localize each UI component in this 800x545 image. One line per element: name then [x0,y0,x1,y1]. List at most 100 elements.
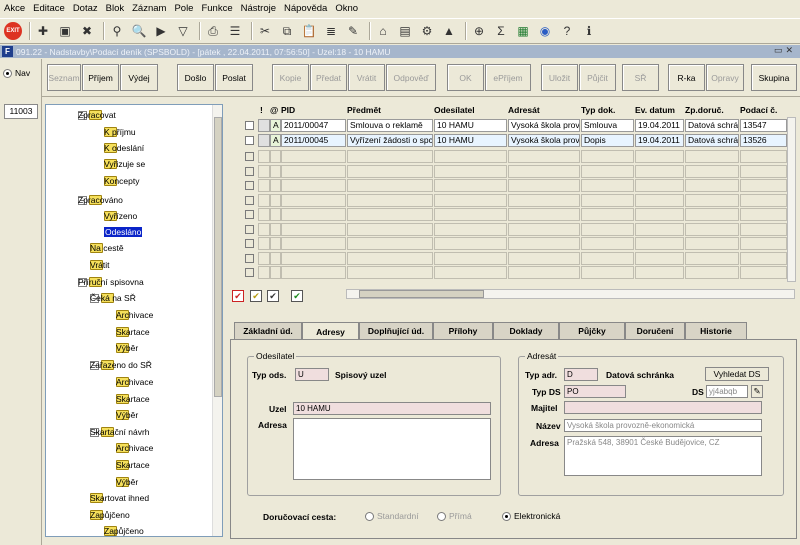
row-checkbox[interactable] [245,239,254,248]
tree-node[interactable]: Výběr [116,341,138,355]
nav-radio-icon[interactable] [3,68,12,78]
cell-adresat[interactable]: Vysoká škola prov [508,119,580,132]
nazev-field[interactable]: Vysoká škola provozně-ekonomická [564,419,762,432]
tree-node[interactable]: K příjmu [104,125,136,139]
print-preview-icon[interactable]: ☰ [226,22,244,40]
prijem-button[interactable]: Příjem [82,64,119,91]
cell-zp[interactable]: Datová schrán [685,119,739,132]
new-record-icon[interactable]: ✚ [34,22,52,40]
empty-cell[interactable] [434,237,507,250]
tree-scrollbar[interactable] [212,105,222,536]
tab-pujcky[interactable]: Půjčky [559,322,625,339]
empty-cell[interactable] [740,179,787,192]
tree-node[interactable]: − Příruční spisovna [78,275,144,289]
menu-pole[interactable]: Pole [174,3,193,14]
tree-node[interactable]: Archivace [116,375,153,389]
row-checkbox[interactable] [245,181,254,190]
empty-cell[interactable] [635,164,684,178]
grid-vertical-scrollbar[interactable] [787,117,796,282]
empty-cell[interactable] [508,266,580,279]
empty-cell[interactable] [635,150,684,163]
menu-nastroje[interactable]: Nástroje [241,3,276,14]
node-id-field[interactable]: 11003 [4,104,38,119]
empty-cell[interactable] [347,208,433,221]
ulozit-button[interactable]: Uložit [541,64,578,91]
empty-cell[interactable] [685,150,739,163]
empty-cell[interactable] [270,266,281,279]
menu-editace[interactable]: Editace [33,3,65,14]
globe-icon[interactable]: ◉ [536,22,554,40]
row-checkbox[interactable] [245,152,254,161]
menu-zaznam[interactable]: Záznam [132,3,166,14]
check-red-icon[interactable]: ✔ [232,290,244,302]
radio-icon[interactable] [437,511,446,521]
cell-adresat[interactable]: Vysoká škola prov [508,134,580,147]
check-all-icon[interactable]: ✔ [267,290,279,302]
cell-datum[interactable]: 19.04.2011 [635,119,684,132]
tree-node[interactable]: Koncepty [104,174,139,188]
tree-node[interactable]: Skartovat ihned [90,491,149,505]
header-clip[interactable]: @ [270,103,278,117]
empty-cell[interactable] [270,193,281,207]
nav-radio[interactable]: Nav [3,68,30,78]
building-icon[interactable]: ⌂ [374,22,392,40]
eprijem-button[interactable]: ePříjem [485,64,531,91]
vydej-button[interactable]: Výdej [120,64,158,91]
doslo-button[interactable]: Došlo [177,64,214,91]
row-checkbox[interactable] [245,121,254,130]
tree-node-selected[interactable]: Odesláno [104,225,143,239]
empty-cell[interactable] [281,237,346,250]
empty-cell[interactable] [270,251,281,265]
tools-icon[interactable]: ⚙ [418,22,436,40]
predat-button[interactable]: Předat [310,64,347,91]
empty-cell[interactable] [258,208,270,221]
poslat-button[interactable]: Poslat [215,64,253,91]
radio-icon[interactable] [502,511,511,521]
cell-odesilatel[interactable]: 10 HAMU [434,134,507,147]
empty-cell[interactable] [270,179,281,192]
empty-cell[interactable] [434,251,507,265]
paste-icon[interactable]: 📋 [300,22,318,40]
tree-node[interactable]: Vyřizuje se [104,157,145,171]
tab-zakladni[interactable]: Základní úd. [234,322,302,339]
execute-icon[interactable]: ▶ [152,22,170,40]
tab-doruceni[interactable]: Doručení [625,322,685,339]
adresa-adr-field[interactable]: Pražská 548, 38901 České Budějovice, CZ [564,436,762,476]
tree-node[interactable]: − Zpracováno [78,193,123,207]
cell-datum[interactable]: 19.04.2011 [635,134,684,147]
tab-doklady[interactable]: Doklady [493,322,559,339]
empty-cell[interactable] [347,237,433,250]
help-icon[interactable]: ? [558,22,576,40]
cell-predmet[interactable]: Smlouva o reklamě [347,119,433,132]
opravy-button[interactable]: Opravy [706,64,744,91]
radio-icon[interactable] [365,511,374,521]
sum-icon[interactable]: Σ [492,22,510,40]
empty-cell[interactable] [508,150,580,163]
empty-cell[interactable] [258,266,270,279]
empty-cell[interactable] [347,193,433,207]
empty-cell[interactable] [581,164,634,178]
tree-node[interactable]: Na cestě [90,241,124,255]
tree-node[interactable]: K odeslání [104,141,144,155]
attach-icon[interactable]: ⊕ [470,22,488,40]
skupina-button[interactable]: Skupina [751,64,797,91]
empty-cell[interactable] [434,164,507,178]
list-icon[interactable]: ≣ [322,22,340,40]
tree-node[interactable]: Vrátit [90,258,110,272]
empty-cell[interactable] [258,251,270,265]
delivery-option-elektronicka[interactable]: Elektronická [502,511,560,521]
row-checkbox[interactable] [245,268,254,277]
empty-cell[interactable] [635,222,684,236]
empty-cell[interactable] [581,150,634,163]
window-controls-icon[interactable]: ▭✕ [774,45,796,56]
empty-cell[interactable] [508,222,580,236]
save-icon[interactable]: ▣ [56,22,74,40]
empty-cell[interactable] [281,266,346,279]
tree-node[interactable]: Výběr [116,408,138,422]
empty-cell[interactable] [740,251,787,265]
typ-adr-field[interactable]: D [564,368,598,381]
empty-cell[interactable] [581,193,634,207]
edit-ds-icon[interactable]: ✎ [751,385,763,398]
empty-cell[interactable] [635,266,684,279]
header-pid[interactable]: PID [281,103,295,117]
